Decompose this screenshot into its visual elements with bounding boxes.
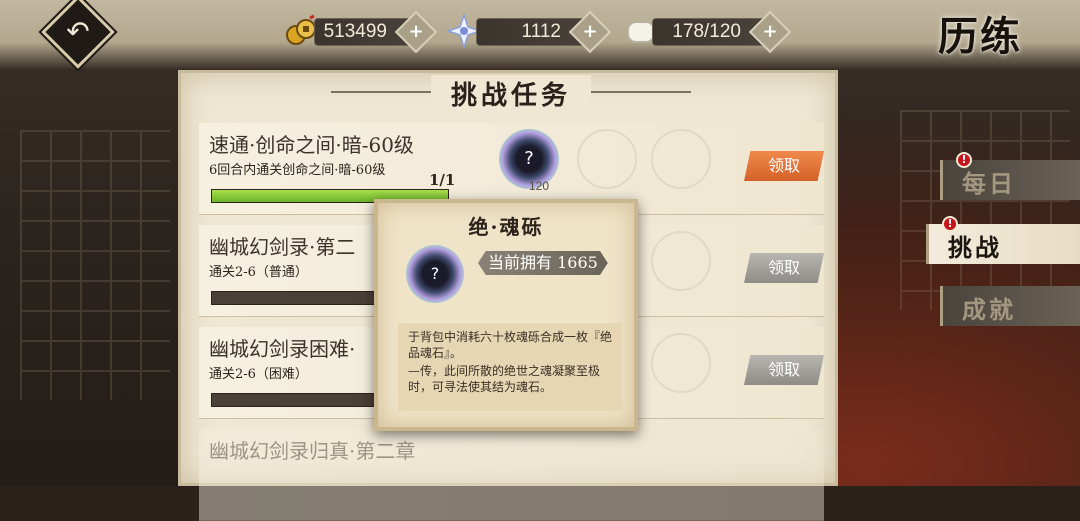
task-name: 幽城幻剑录归真·第二章 — [209, 439, 416, 463]
reward-slot-empty — [651, 333, 711, 393]
gold-counter: 513499 + — [314, 10, 438, 54]
task-name: 速通·创命之间·暗-60级 — [209, 133, 414, 157]
claim-button[interactable]: 领取 — [744, 151, 824, 181]
owned-count: 当前拥有 1665 — [478, 251, 608, 275]
gold-value: 513499 — [323, 21, 387, 42]
task-name: 幽城幻剑录·第二 — [209, 235, 356, 259]
claim-button[interactable]: 领取 — [744, 253, 824, 283]
coin-icon — [286, 14, 316, 45]
task-name: 幽城幻剑录困难· — [209, 337, 356, 361]
back-icon: ↶ — [66, 14, 90, 48]
tab-label: 挑战 — [948, 233, 1002, 262]
tab-achievement[interactable]: 成就 — [940, 286, 1080, 326]
reward-soul-orb[interactable]: ? 120 — [499, 129, 559, 193]
task-count: 1/1 — [429, 171, 456, 189]
board-title: 挑战任务 — [431, 75, 591, 112]
claim-button[interactable]: 领取 — [744, 355, 824, 385]
reward-count: 120 — [529, 179, 550, 193]
plus-icon: + — [408, 21, 424, 42]
lattice-window-right — [900, 110, 1070, 310]
tab-daily[interactable]: ! 每日 — [940, 152, 1080, 200]
tooltip-title: 绝·魂砾 — [468, 215, 544, 239]
task-desc: 6回合内通关创命之间·暗-60级 — [209, 163, 386, 178]
lattice-window-left — [20, 130, 170, 400]
soul-fragment-icon: ? — [406, 245, 464, 303]
task-row: 幽城幻剑录归真·第二章 — [199, 429, 824, 521]
tooltip-desc-line: 于背包中消耗六十枚魂砾合成一枚『绝品魂石』。 — [408, 330, 613, 360]
star-counter: 1112 + — [476, 10, 612, 54]
tooltip-desc-line: —传，此间所散的绝世之魂凝聚至极时，可寻法使其结为魂石。 — [408, 364, 601, 394]
item-tooltip: 绝·魂砾 ? 当前拥有 1665 于背包中消耗六十枚魂砾合成一枚『绝品魂石』。 … — [374, 199, 638, 431]
plus-icon: + — [582, 21, 598, 42]
reward-slot-empty — [577, 129, 637, 189]
tab-label: 成就 — [962, 295, 1016, 324]
task-desc: 通关2-6（普通） — [209, 265, 308, 280]
task-desc: 通关2-6（困难） — [209, 367, 308, 382]
tab-challenge[interactable]: ! 挑战 — [926, 216, 1080, 264]
reward-slot-empty — [651, 129, 711, 189]
stamina-counter: 178/120 + — [652, 10, 792, 54]
tooltip-description: 于背包中消耗六十枚魂砾合成一枚『绝品魂石』。 —传，此间所散的绝世之魂凝聚至极时… — [398, 323, 622, 411]
stamina-value: 178/120 — [672, 21, 741, 42]
page-title: 历练 — [938, 13, 1022, 60]
tab-label: 每日 — [962, 169, 1016, 198]
star-value: 1112 — [521, 21, 561, 42]
reward-slot-empty — [651, 231, 711, 291]
plus-icon: + — [762, 21, 778, 42]
question-icon: ? — [430, 264, 440, 283]
